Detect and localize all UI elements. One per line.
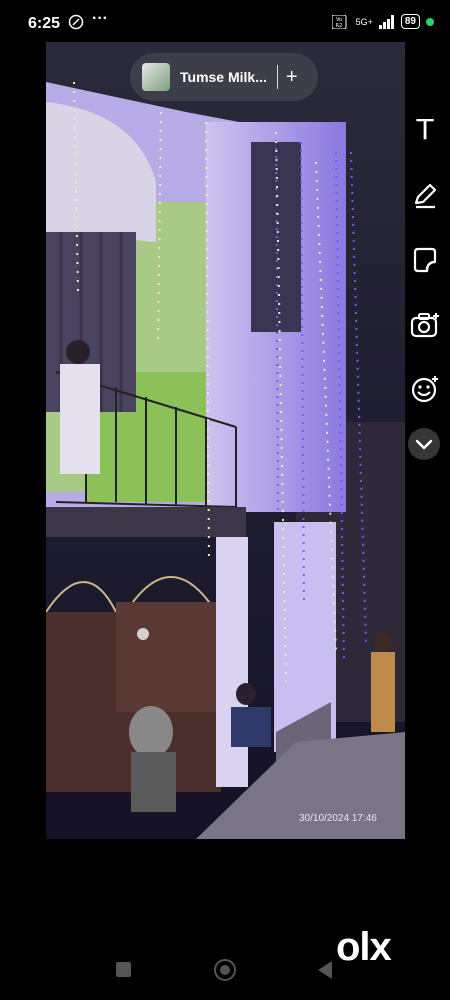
system-icons: Vo R2 5G+ 89: [331, 14, 434, 29]
network-label: 5G+: [355, 16, 373, 27]
privacy-dot: [426, 17, 434, 26]
add-button[interactable]: +: [286, 66, 298, 89]
divider: [276, 65, 278, 89]
emoji-icon[interactable]: [408, 372, 442, 406]
sticker-icon[interactable]: [408, 243, 442, 277]
clock: 6:25: [28, 15, 61, 32]
volte-icon: Vo R2: [331, 14, 347, 29]
story-title[interactable]: Tumse Milk...: [180, 69, 267, 85]
story-header-pill[interactable]: Tumse Milk... +: [130, 53, 318, 101]
photo-timestamp: 30/10/2024 17:46: [299, 813, 377, 824]
navigation-bar: [0, 955, 450, 1000]
signal-icon: [378, 14, 394, 29]
pencil-icon[interactable]: [408, 178, 442, 212]
status-bar: 6:25 ··· Vo R2 5G+ 89: [0, 0, 450, 46]
story-media[interactable]: 30/10/2024 17:46: [46, 42, 405, 839]
back-button[interactable]: [318, 961, 332, 979]
story-thumbnail: [142, 63, 170, 91]
home-button[interactable]: [214, 959, 236, 981]
text-tool-icon[interactable]: T: [408, 112, 442, 146]
more-icon: ···: [92, 10, 108, 27]
camera-icon[interactable]: [408, 308, 442, 342]
recents-button[interactable]: [116, 962, 131, 977]
location-icon: [68, 14, 84, 30]
chevron-down-icon[interactable]: [408, 428, 440, 460]
house-photo: [46, 42, 405, 839]
battery-level: 89: [400, 14, 420, 29]
svg-text:R2: R2: [335, 23, 342, 29]
